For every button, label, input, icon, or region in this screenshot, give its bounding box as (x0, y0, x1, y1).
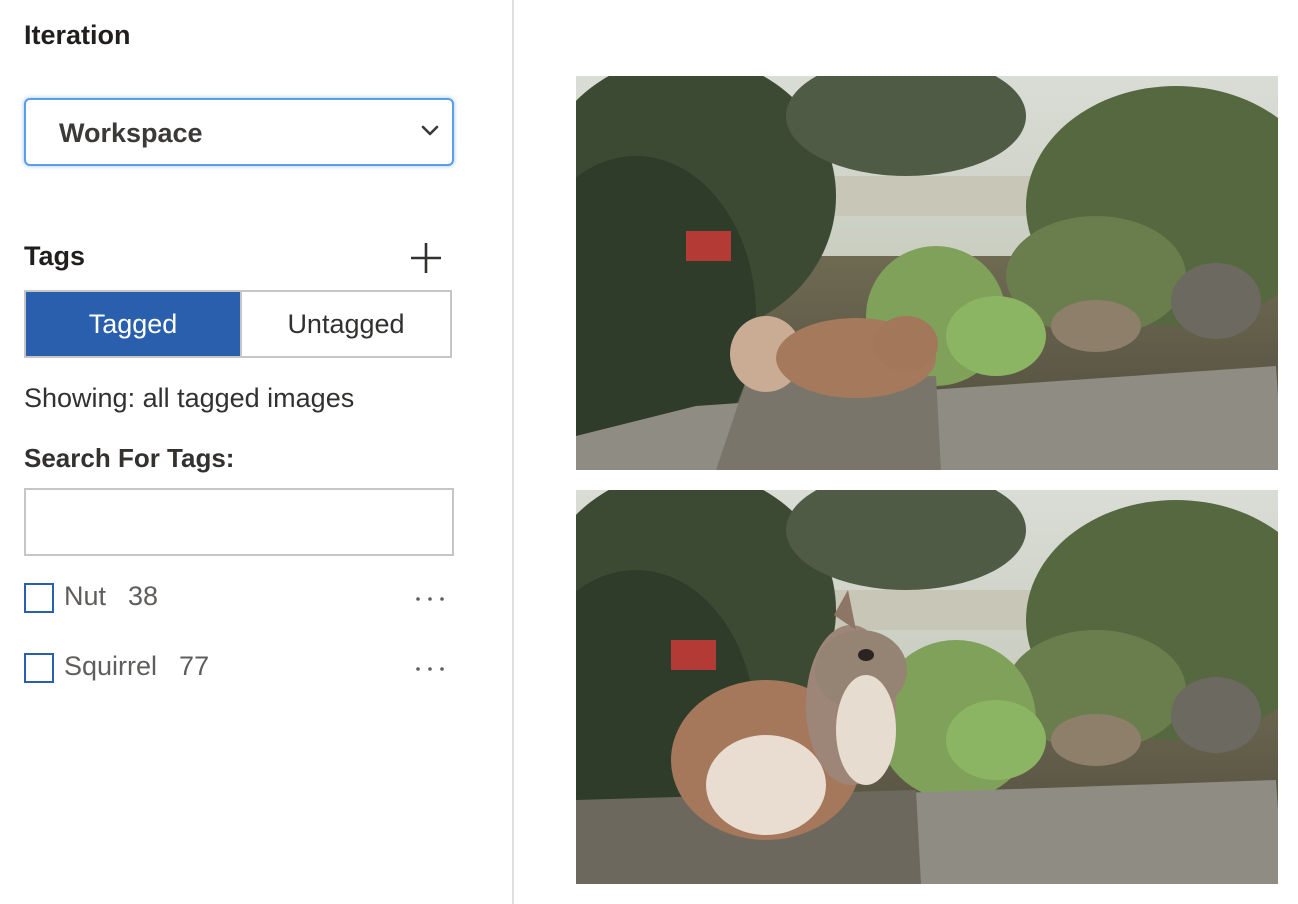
tag-count: 38 (128, 581, 159, 611)
tag-checkbox-squirrel[interactable] (24, 653, 54, 683)
search-tags-input[interactable] (24, 488, 454, 556)
chevron-down-icon (421, 125, 439, 136)
more-horizontal-icon[interactable] (412, 649, 448, 685)
search-tags-label: Search For Tags: (24, 443, 235, 473)
squirrel-photo (576, 490, 1278, 884)
image-thumbnail[interactable] (576, 76, 1278, 470)
squirrel-photo (576, 76, 1278, 470)
image-thumbnail[interactable] (576, 490, 1278, 884)
add-tag-button[interactable] (404, 236, 448, 280)
tag-name-text: Squirrel (64, 651, 158, 681)
tag-list-item: Squirrel 77 (24, 647, 454, 687)
filter-sidebar: Iteration Workspace Tags Tagged Untagged… (0, 0, 514, 904)
untagged-filter-button[interactable]: Untagged (240, 292, 450, 356)
app-root: Iteration Workspace Tags Tagged Untagged… (0, 0, 1298, 904)
tags-heading: Tags (24, 241, 86, 271)
iteration-select-value: Workspace (59, 118, 203, 148)
tag-label: Squirrel 77 (64, 651, 209, 682)
tag-list-item: Nut 38 (24, 577, 454, 617)
tag-filter-toggle: Tagged Untagged (24, 290, 452, 358)
tag-label: Nut 38 (64, 581, 158, 612)
tag-count: 77 (179, 651, 210, 681)
more-horizontal-icon[interactable] (412, 579, 448, 615)
tag-name-text: Nut (64, 581, 107, 611)
iteration-heading: Iteration (24, 20, 131, 50)
iteration-select[interactable]: Workspace (24, 98, 454, 166)
plus-icon (411, 243, 441, 273)
showing-status: Showing: all tagged images (24, 383, 355, 413)
tagged-filter-button[interactable]: Tagged (26, 292, 240, 356)
tag-checkbox-nut[interactable] (24, 583, 54, 613)
